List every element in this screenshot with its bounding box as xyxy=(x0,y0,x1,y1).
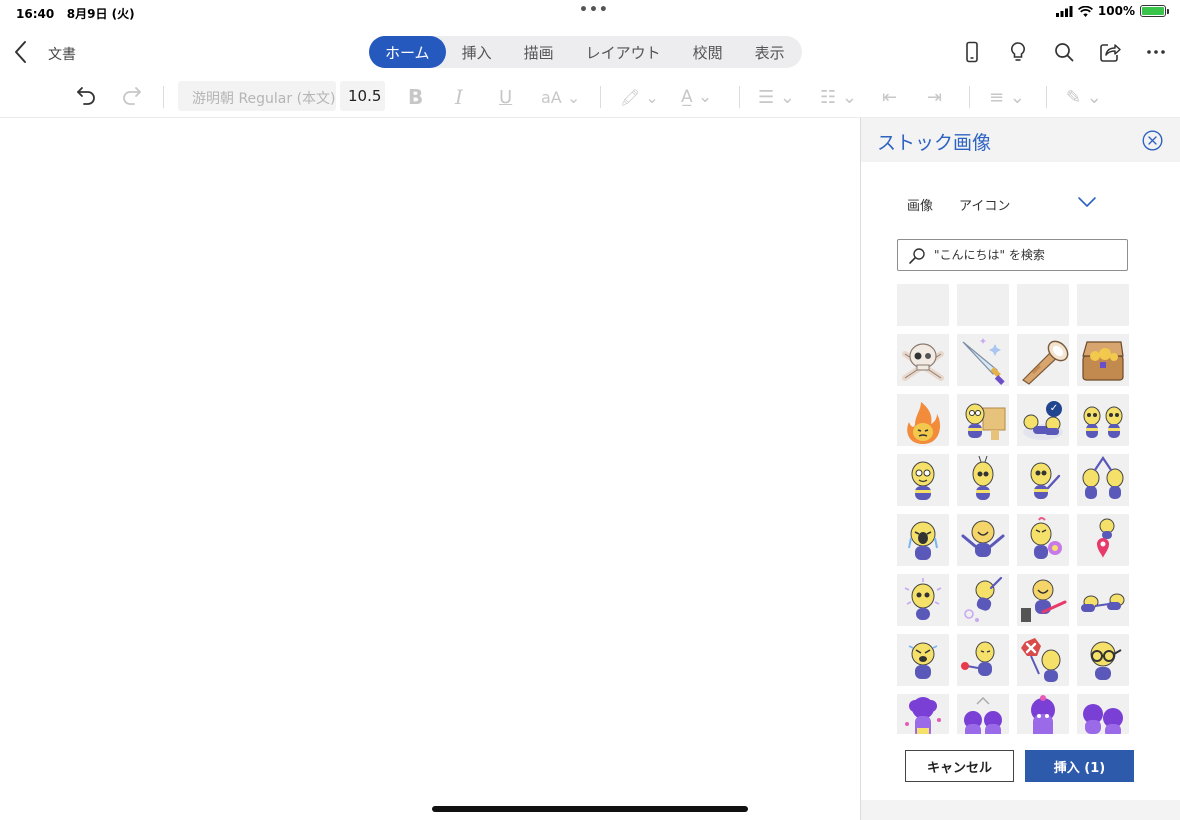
status-time: 16:40 8月9日 (火) xyxy=(16,7,135,21)
category-filter[interactable]: 画像 アイコン xyxy=(907,192,1103,216)
numbered-list-icon[interactable]: ☷ ⌄ xyxy=(820,82,857,112)
panel-bottom-strip xyxy=(861,800,1180,820)
italic-icon[interactable]: I xyxy=(455,82,463,112)
font-size-field[interactable]: 10.5 xyxy=(340,81,385,111)
header-actions xyxy=(960,40,1168,64)
image-tile-partial[interactable] xyxy=(957,284,1009,326)
image-tile-bee-maraca[interactable] xyxy=(957,634,1009,686)
stock-images-panel: ストック画像 画像 アイコン "こんにちは" を検索 ✓ キャンセル 挿入 (1… xyxy=(860,118,1180,820)
document-title[interactable]: 文書 xyxy=(48,44,76,64)
decrease-indent-icon[interactable]: ⇤ xyxy=(882,82,897,112)
image-tile-bee-waving[interactable] xyxy=(1017,454,1069,506)
panel-header: ストック画像 xyxy=(861,118,1180,162)
more-options-icon[interactable] xyxy=(1144,40,1168,64)
chevron-down-icon[interactable] xyxy=(1077,195,1097,209)
panel-body: 画像 アイコン ✓ xyxy=(861,162,1180,800)
image-tile-bees-high-five[interactable] xyxy=(1077,454,1129,506)
cancel-button[interactable]: キャンセル xyxy=(905,750,1014,782)
image-tile-sword[interactable] xyxy=(957,334,1009,386)
image-tile-partial[interactable] xyxy=(1017,284,1069,326)
image-tile-bees-fighting[interactable]: ✓ xyxy=(1017,394,1069,446)
image-tile-bee-crying[interactable] xyxy=(897,514,949,566)
image-tile-bee-stop-sign[interactable] xyxy=(1017,634,1069,686)
image-tile-bees-racing[interactable] xyxy=(1077,574,1129,626)
home-indicator[interactable] xyxy=(432,806,748,812)
image-tile-bee-standing[interactable] xyxy=(957,454,1009,506)
paragraph-align-icon[interactable]: ≡ ⌄ xyxy=(989,82,1025,112)
wifi-icon xyxy=(1077,5,1093,17)
mobile-view-icon[interactable] xyxy=(960,40,984,64)
styles-icon[interactable]: ✎ ⌄ xyxy=(1066,82,1102,112)
ribbon-tabs: ホーム 挿入 描画 レイアウト 校閲 表示 xyxy=(369,36,802,68)
battery-percent: 100% xyxy=(1097,4,1135,18)
image-tile-bee-guitar[interactable] xyxy=(1017,574,1069,626)
toolbar-divider xyxy=(969,86,970,108)
image-tile-purple-characters-dancing[interactable] xyxy=(1077,694,1129,734)
image-tile-bee-cheering[interactable] xyxy=(957,514,1009,566)
highlight-icon[interactable]: 🖍︎ ⌄ xyxy=(620,82,659,112)
image-tile-bee-shining[interactable] xyxy=(897,574,949,626)
image-tile-purple-characters-pair[interactable] xyxy=(957,694,1009,734)
app-header: 文書 ホーム 挿入 描画 レイアウト 校閲 表示 xyxy=(0,28,1180,76)
image-tile-bee-happy[interactable] xyxy=(897,454,949,506)
multitasking-dots[interactable]: ••• xyxy=(579,2,609,18)
filter-label: 画像 xyxy=(907,199,934,214)
panel-footer: キャンセル 挿入 (1) xyxy=(861,738,1180,800)
filter-value[interactable]: アイコン xyxy=(959,195,1010,214)
redo-icon[interactable] xyxy=(118,82,144,112)
image-tile-bee-flower[interactable] xyxy=(1017,514,1069,566)
search-input[interactable] xyxy=(934,246,1119,264)
image-tile-partial[interactable] xyxy=(1077,284,1129,326)
lightbulb-icon[interactable] xyxy=(1006,40,1030,64)
toolbar-divider xyxy=(1046,86,1047,108)
image-tile-telescope[interactable] xyxy=(1017,334,1069,386)
cellular-icon xyxy=(1055,5,1073,17)
image-tile-bee-pair[interactable] xyxy=(1077,394,1129,446)
image-tile-partial[interactable] xyxy=(897,284,949,326)
status-indicators: 100% xyxy=(1055,4,1169,18)
battery-icon xyxy=(1140,5,1169,17)
image-tile-bee-angry[interactable] xyxy=(897,634,949,686)
search-icon[interactable] xyxy=(1052,40,1076,64)
panel-title: ストック画像 xyxy=(877,132,992,154)
undo-icon[interactable] xyxy=(74,82,100,112)
image-tile-bee-location-pin[interactable] xyxy=(1077,514,1129,566)
toolbar-divider xyxy=(600,86,601,108)
image-tile-fire-face[interactable] xyxy=(897,394,949,446)
image-tile-purple-character-music[interactable] xyxy=(897,694,949,734)
tab-insert[interactable]: 挿入 xyxy=(446,36,508,68)
image-grid: ✓ xyxy=(897,284,1129,734)
back-chevron-icon[interactable] xyxy=(10,38,34,66)
font-case-icon[interactable]: aA ⌄ xyxy=(541,82,580,112)
tab-draw[interactable]: 描画 xyxy=(508,36,570,68)
image-tile-purple-character-tall[interactable] xyxy=(1017,694,1069,734)
tab-review[interactable]: 校閲 xyxy=(677,36,739,68)
document-canvas[interactable] xyxy=(0,118,860,820)
toolbar-divider xyxy=(739,86,740,108)
image-tile-bee-flying[interactable] xyxy=(957,574,1009,626)
search-icon xyxy=(909,248,925,264)
status-bar: 16:40 8月9日 (火) ••• 100% xyxy=(0,0,1180,24)
selected-check-icon: ✓ xyxy=(1046,401,1062,417)
underline-icon[interactable]: U xyxy=(499,82,512,112)
increase-indent-icon[interactable]: ⇥ xyxy=(927,82,942,112)
image-tile-treasure-chest[interactable] xyxy=(1077,334,1129,386)
tab-home[interactable]: ホーム xyxy=(369,36,446,68)
image-tile-bee-puzzle[interactable] xyxy=(957,394,1009,446)
image-tile-skull-crossbones[interactable] xyxy=(897,334,949,386)
tab-view[interactable]: 表示 xyxy=(739,36,801,68)
image-tile-bee-glasses[interactable] xyxy=(1077,634,1129,686)
bullet-list-icon[interactable]: ☰ ⌄ xyxy=(758,82,795,112)
toolbar-divider xyxy=(163,86,164,108)
bold-icon[interactable]: B xyxy=(408,82,423,112)
font-name-field[interactable]: 游明朝 Regular (本文) xyxy=(178,81,336,111)
share-icon[interactable] xyxy=(1098,40,1122,64)
insert-button[interactable]: 挿入 (1) xyxy=(1025,750,1134,782)
font-color-icon[interactable]: A̲ ⌄ xyxy=(681,82,712,112)
search-box[interactable] xyxy=(897,239,1128,271)
formatting-toolbar: 游明朝 Regular (本文) 10.5 B I U aA ⌄ 🖍︎ ⌄ A̲… xyxy=(0,76,1180,118)
close-icon[interactable] xyxy=(1142,130,1163,151)
tab-layout[interactable]: レイアウト xyxy=(570,36,677,68)
